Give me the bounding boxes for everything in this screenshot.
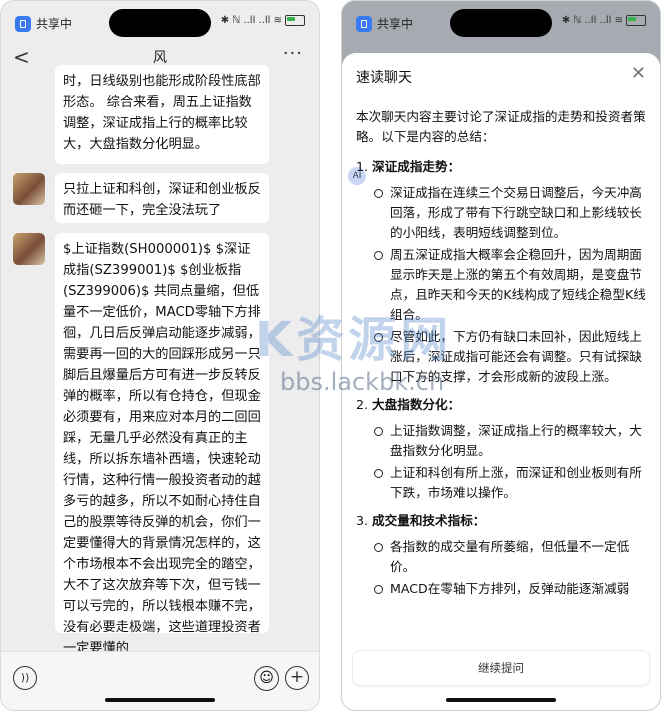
scroll-fade: [342, 620, 660, 650]
screen-share-label: 共享中: [36, 17, 73, 31]
home-indicator: [105, 698, 215, 702]
battery-icon: [285, 15, 305, 26]
chat-input-bar: )) ☺ +: [1, 651, 319, 710]
emoji-button[interactable]: ☺: [254, 666, 279, 691]
status-icons: ✱ ℕ ..ll ..ll ≋: [221, 15, 305, 26]
signal-icons: ✱ ℕ ..ll ..ll ≋: [561, 15, 623, 26]
status-icons: ✱ ℕ ..ll ..ll ≋: [562, 15, 646, 26]
section-heading: 1. 深证成指走势：: [356, 159, 461, 174]
status-bar: 共享中 ✱ ℕ ..ll ..ll ≋: [342, 1, 660, 41]
screen-share-icon: [15, 15, 31, 32]
list-item: 上证和科创有所上涨，而深证和创业板则有所下跌，市场难以操作。: [374, 463, 650, 503]
section-heading: 3. 成交量和技术指标：: [356, 513, 486, 528]
message-bubble[interactable]: 只拉上证和科创，深证和创业板反而还砸一下，完全没法玩了: [55, 173, 269, 223]
continue-asking-button[interactable]: 继续提问: [352, 650, 650, 686]
status-bar: 共享中 ✱ ℕ ..ll ..ll ≋: [1, 1, 319, 41]
voice-input-button[interactable]: )): [13, 666, 37, 690]
summary-screen: 共享中 ✱ ℕ ..ll ..ll ≋ 速读聊天 ✕ AI 本次聊天内容主要讨论…: [341, 0, 661, 711]
screen-share-label: 共享中: [377, 17, 414, 31]
list-item: 各指数的成交量有所萎缩，但低量不一定低价。: [374, 537, 650, 577]
summary-content: 本次聊天内容主要讨论了深证成指的走势和投资者策略。以下是内容的总结： 1. 深证成…: [356, 107, 650, 601]
close-icon[interactable]: ✕: [631, 63, 646, 84]
message-bubble[interactable]: $上证指数(SH000001)$ $深证成指(SZ399001)$ $创业板指(…: [55, 233, 269, 656]
more-actions-button[interactable]: +: [285, 666, 309, 690]
list-item: 尽管如此，下方仍有缺口未回补，因此短线上涨后，深证成指可能还会有调整。只有试探缺…: [374, 327, 650, 387]
list-item: MACD在零轴下方排列，反弹动能逐渐减弱: [374, 579, 650, 599]
screen-share-icon: [356, 15, 372, 32]
signal-icons: ✱ ℕ ..ll ..ll ≋: [220, 15, 282, 26]
home-indicator: [446, 698, 556, 702]
section-heading: 2. 大盘指数分化：: [356, 397, 461, 412]
chat-title: 风: [153, 50, 167, 66]
battery-icon: [626, 15, 646, 26]
more-options-icon[interactable]: ···: [283, 43, 303, 64]
camera-notch: [450, 9, 552, 37]
list-item: 上证指数调整，深证成指上行的概率较大，大盘指数分化明显。: [374, 421, 650, 461]
avatar[interactable]: [13, 233, 45, 265]
list-item: 周五深证成指大概率会企稳回升，因为周期面显示昨天是上涨的第五个有效周期，是变盘节…: [374, 245, 650, 325]
sheet-title: 速读聊天: [356, 70, 412, 86]
message-bubble[interactable]: 时，日线级别也能形成阶段性底部形态。 综合来看，周五上证指数调整，深证成指上行的…: [55, 65, 269, 164]
screen-share-indicator[interactable]: 共享中: [356, 15, 413, 32]
section-list: 上证指数调整，深证成指上行的概率较大，大盘指数分化明显。 上证和科创有所上涨，而…: [374, 421, 650, 503]
summary-intro: 本次聊天内容主要讨论了深证成指的走势和投资者策略。以下是内容的总结：: [356, 109, 646, 144]
section-list: 各指数的成交量有所萎缩，但低量不一定低价。 MACD在零轴下方排列，反弹动能逐渐…: [374, 537, 650, 599]
list-item: 深证成指在连续三个交易日调整后，今天冲高回落，形成了带有下行跳空缺口和上影线较长…: [374, 183, 650, 243]
section-list: 深证成指在连续三个交易日调整后，今天冲高回落，形成了带有下行跳空缺口和上影线较长…: [374, 183, 650, 387]
avatar[interactable]: [13, 173, 45, 205]
camera-notch: [109, 9, 211, 37]
speed-read-sheet: 速读聊天 ✕ AI 本次聊天内容主要讨论了深证成指的走势和投资者策略。以下是内容…: [342, 53, 660, 710]
chat-screen: 共享中 ✱ ℕ ..ll ..ll ≋ < 风 ··· 时，日线级别也能形成阶段…: [0, 0, 320, 711]
screen-share-indicator[interactable]: 共享中: [15, 15, 72, 32]
